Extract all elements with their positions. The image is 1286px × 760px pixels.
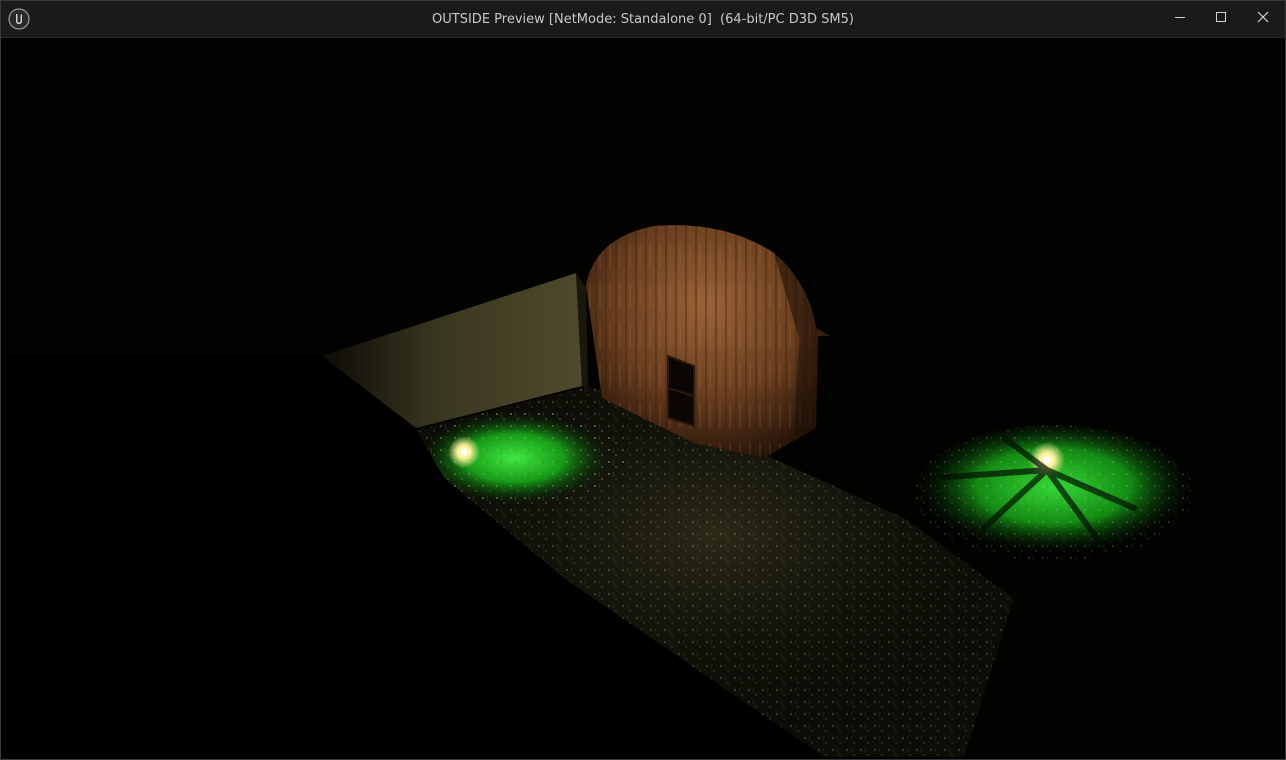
window-title: OUTSIDE Preview [NetMode: Standalone 0] … — [432, 12, 854, 27]
minimize-button[interactable] — [1159, 1, 1201, 33]
minimize-icon — [1174, 11, 1186, 23]
close-icon — [1257, 11, 1269, 23]
title-bar[interactable]: OUTSIDE Preview [NetMode: Standalone 0] … — [1, 1, 1285, 38]
close-button[interactable] — [1242, 1, 1284, 33]
maximize-icon — [1215, 11, 1227, 23]
maximize-button[interactable] — [1200, 1, 1242, 33]
scene-render — [4, 38, 1282, 757]
unreal-engine-logo-icon — [8, 8, 30, 30]
game-window: OUTSIDE Preview [NetMode: Standalone 0] … — [0, 0, 1286, 760]
game-viewport[interactable] — [4, 38, 1282, 757]
